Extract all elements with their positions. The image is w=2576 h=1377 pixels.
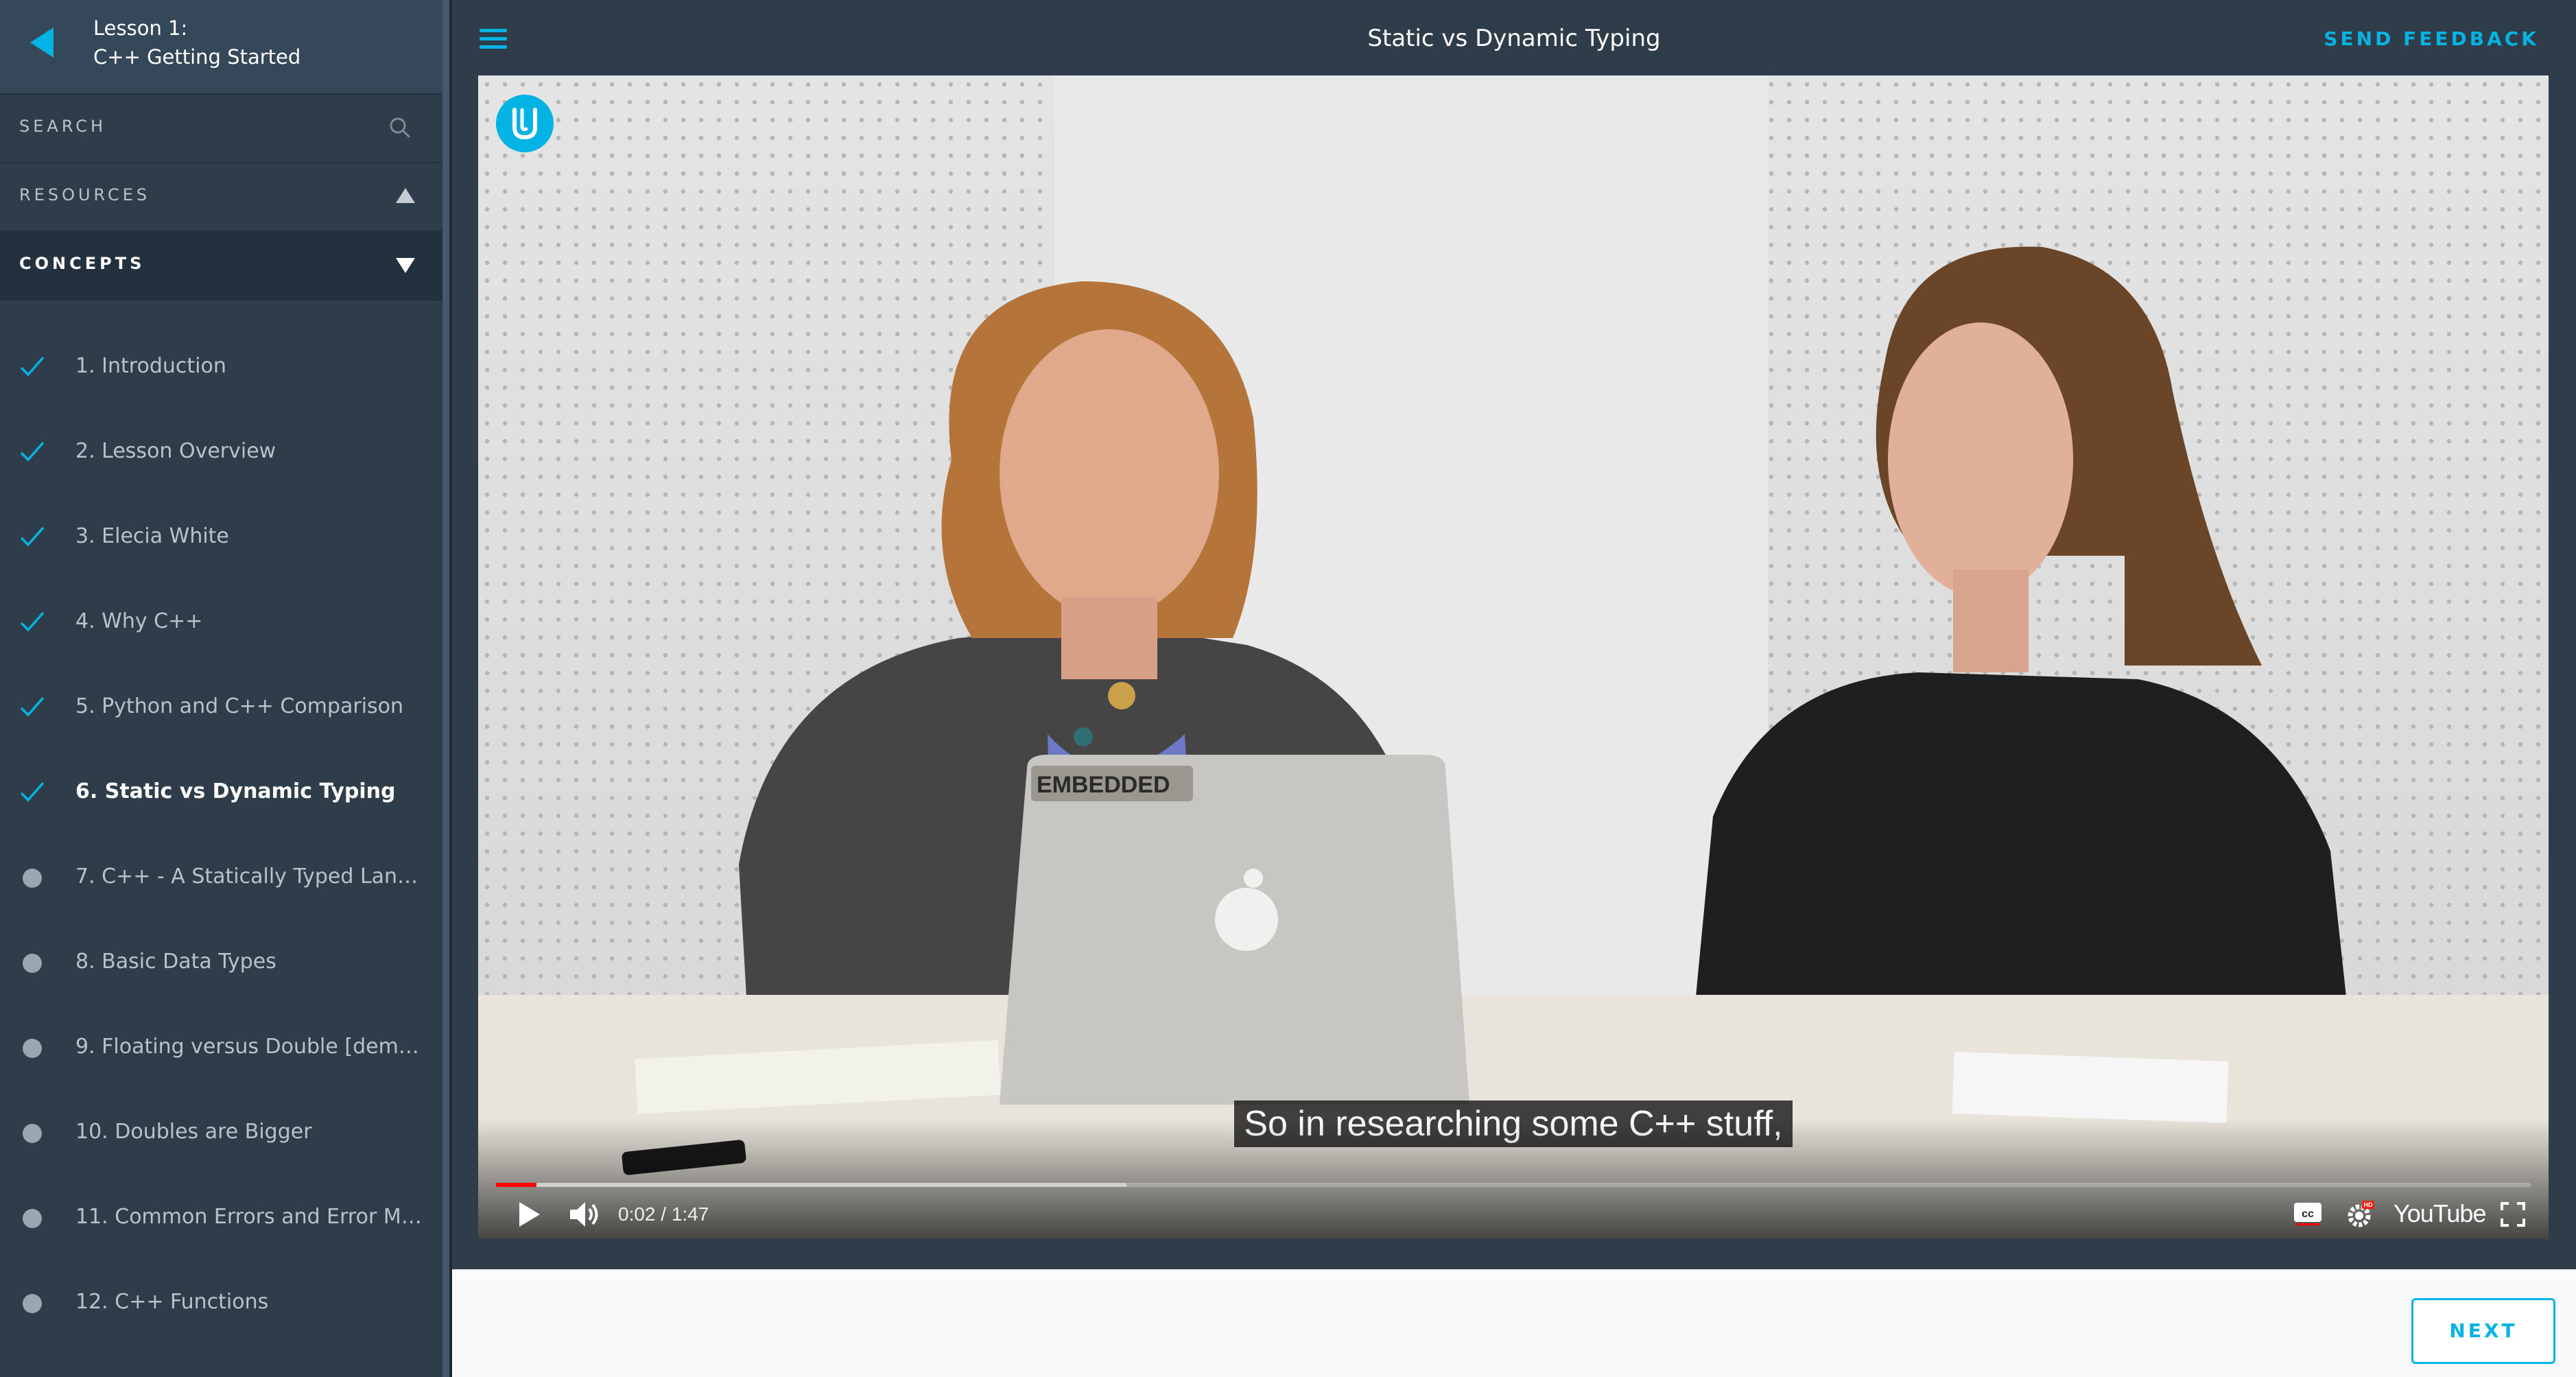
footer-bar: NEXT xyxy=(452,1269,2576,1377)
check-icon xyxy=(20,611,45,632)
concept-item[interactable]: 1. Introduction xyxy=(0,322,442,408)
video-player[interactable]: EMBEDDED So in researching some C++ stuf… xyxy=(478,75,2549,1239)
search-row[interactable]: SEARCH xyxy=(0,95,442,163)
concept-item[interactable]: 3. Elecia White xyxy=(0,493,442,578)
concepts-toggle[interactable]: CONCEPTS xyxy=(0,232,442,301)
lesson-header[interactable]: Lesson 1: C++ Getting Started xyxy=(0,0,442,95)
concept-label: 3. Elecia White xyxy=(75,524,229,548)
page-title: Static vs Dynamic Typing xyxy=(1367,25,1661,52)
captions-icon[interactable]: cc xyxy=(2293,1202,2322,1225)
svg-text:HD: HD xyxy=(2364,1201,2373,1208)
search-icon[interactable] xyxy=(389,117,411,139)
concept-item[interactable]: 11. Common Errors and Error Mes... xyxy=(0,1173,442,1258)
incomplete-dot-icon xyxy=(23,1209,42,1228)
laptop-sticker-text: EMBEDDED xyxy=(1037,772,1170,798)
concept-label: 9. Floating versus Double [demonst... xyxy=(75,1035,425,1059)
concept-item[interactable]: 10. Doubles are Bigger xyxy=(0,1088,442,1173)
back-arrow-icon[interactable] xyxy=(30,27,54,58)
concept-item[interactable]: 9. Floating versus Double [demonst... xyxy=(0,1003,442,1088)
incomplete-dot-icon xyxy=(23,1039,42,1058)
incomplete-dot-icon xyxy=(23,869,42,888)
played-bar xyxy=(496,1183,537,1187)
lesson-name: C++ Getting Started xyxy=(93,45,301,69)
resources-toggle[interactable]: RESOURCES xyxy=(0,163,442,232)
check-icon xyxy=(20,526,45,547)
concept-item[interactable]: 7. C++ - A Statically Typed Language xyxy=(0,833,442,918)
search-label: SEARCH xyxy=(19,117,107,136)
concept-label: 11. Common Errors and Error Mes... xyxy=(75,1205,425,1229)
volume-icon[interactable] xyxy=(569,1199,602,1229)
concept-item[interactable]: 5. Python and C++ Comparison xyxy=(0,663,442,748)
concepts-label: CONCEPTS xyxy=(19,254,145,273)
check-icon xyxy=(20,781,45,802)
concept-label: 5. Python and C++ Comparison xyxy=(75,694,404,718)
video-frame-image: EMBEDDED xyxy=(478,75,2549,1239)
check-icon xyxy=(20,696,45,717)
settings-gear-icon[interactable]: HD xyxy=(2345,1199,2376,1229)
check-icon xyxy=(20,356,45,377)
incomplete-dot-icon xyxy=(23,1124,42,1143)
concept-label: 6. Static vs Dynamic Typing xyxy=(75,779,396,803)
concept-label: 8. Basic Data Types xyxy=(75,950,276,974)
check-icon xyxy=(20,441,45,462)
youtube-logo[interactable]: YouTube xyxy=(2394,1199,2486,1228)
concept-item[interactable]: 4. Why C++ xyxy=(0,578,442,663)
next-button[interactable]: NEXT xyxy=(2411,1298,2555,1364)
lesson-number: Lesson 1: xyxy=(93,16,188,40)
concept-label: 1. Introduction xyxy=(75,354,226,378)
fullscreen-icon[interactable] xyxy=(2501,1202,2525,1227)
buffer-bar xyxy=(496,1183,1127,1187)
send-feedback-link[interactable]: SEND FEEDBACK xyxy=(2324,27,2539,50)
expand-down-icon xyxy=(396,258,415,273)
incomplete-dot-icon xyxy=(23,954,42,973)
udacity-logo-icon xyxy=(496,95,554,152)
concept-item[interactable]: 6. Static vs Dynamic Typing xyxy=(0,748,442,833)
player-controls: 0:02 / 1:47 cc HD YouTube xyxy=(478,1198,2549,1239)
concept-label: 4. Why C++ xyxy=(75,609,203,633)
concept-label: 2. Lesson Overview xyxy=(75,439,276,463)
concept-label: 10. Doubles are Bigger xyxy=(75,1120,312,1144)
concept-label: 7. C++ - A Statically Typed Language xyxy=(75,864,425,888)
time-display: 0:02 / 1:47 xyxy=(618,1203,709,1225)
concept-item[interactable]: 8. Basic Data Types xyxy=(0,918,442,1003)
progress-bar[interactable] xyxy=(496,1183,2531,1187)
incomplete-dot-icon xyxy=(23,1294,42,1313)
top-bar: Static vs Dynamic Typing SEND FEEDBACK xyxy=(452,0,2576,75)
sidebar: Lesson 1: C++ Getting Started SEARCH RES… xyxy=(0,0,442,1377)
sidebar-divider[interactable] xyxy=(442,0,449,1377)
concept-item[interactable]: 12. C++ Functions xyxy=(0,1258,442,1343)
collapse-up-icon xyxy=(396,188,415,203)
resources-label: RESOURCES xyxy=(19,185,151,204)
svg-text:cc: cc xyxy=(2302,1208,2314,1220)
play-icon[interactable] xyxy=(517,1201,541,1228)
concept-item[interactable]: 2. Lesson Overview xyxy=(0,408,442,493)
video-container: EMBEDDED So in researching some C++ stuf… xyxy=(452,75,2576,1269)
concept-label: 12. C++ Functions xyxy=(75,1290,269,1314)
